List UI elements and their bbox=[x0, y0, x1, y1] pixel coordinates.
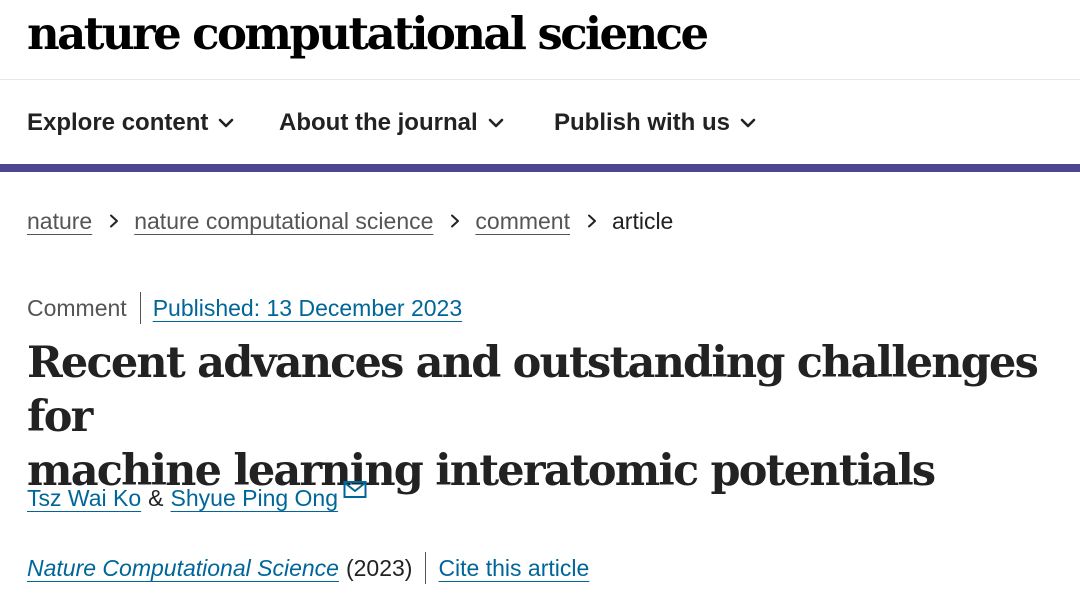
publication-year: (2023) bbox=[345, 554, 413, 581]
breadcrumb-link-nature[interactable]: nature bbox=[27, 208, 92, 235]
article-type: Comment bbox=[27, 294, 127, 321]
meta-divider bbox=[139, 292, 141, 324]
journal-logo[interactable]: nature computational science bbox=[27, 2, 709, 66]
nav-divider bbox=[0, 164, 1080, 172]
nav-about-the-journal[interactable]: About the journal bbox=[279, 107, 504, 139]
site-header: nature computational science bbox=[0, 0, 1080, 80]
breadcrumb-link-comment[interactable]: comment bbox=[475, 208, 570, 235]
nav-explore-content[interactable]: Explore content bbox=[27, 107, 234, 139]
article-meta: Comment Published: 13 December 2023 bbox=[27, 291, 462, 325]
breadcrumb: nature nature computational science comm… bbox=[27, 205, 673, 237]
breadcrumb-current: article bbox=[612, 207, 674, 234]
chevron-down-icon bbox=[488, 118, 503, 128]
published-date-link[interactable]: Published: 13 December 2023 bbox=[153, 295, 462, 322]
mail-icon[interactable] bbox=[343, 480, 367, 500]
author-link[interactable]: Tsz Wai Ko bbox=[27, 485, 141, 512]
cite-article-link[interactable]: Cite this article bbox=[438, 555, 589, 582]
citation-line: Nature Computational Science (2023) Cite… bbox=[27, 551, 589, 585]
chevron-right-icon bbox=[451, 214, 460, 228]
main-navigation: Explore content About the journal Publis… bbox=[0, 81, 1080, 165]
chevron-right-icon bbox=[588, 214, 596, 228]
citation-divider bbox=[425, 552, 427, 584]
nav-item-label: Explore content bbox=[27, 109, 209, 136]
nav-item-label: Publish with us bbox=[554, 109, 731, 136]
article-title-line-1: Recent advances and outstanding challeng… bbox=[27, 338, 1039, 442]
chevron-right-icon bbox=[110, 214, 119, 228]
author-separator: & bbox=[148, 484, 164, 511]
article-title: Recent advances and outstanding challeng… bbox=[27, 336, 1072, 498]
author-link[interactable]: Shyue Ping Ong bbox=[171, 485, 339, 512]
nav-item-label: About the journal bbox=[279, 109, 478, 136]
chevron-down-icon bbox=[740, 118, 756, 128]
breadcrumb-link-journal[interactable]: nature computational science bbox=[134, 208, 433, 235]
chevron-down-icon bbox=[219, 118, 234, 128]
nav-publish-with-us[interactable]: Publish with us bbox=[554, 107, 756, 139]
author-list: Tsz Wai Ko & Shyue Ping Ong bbox=[27, 481, 367, 515]
journal-name-link[interactable]: Nature Computational Science bbox=[27, 555, 339, 582]
